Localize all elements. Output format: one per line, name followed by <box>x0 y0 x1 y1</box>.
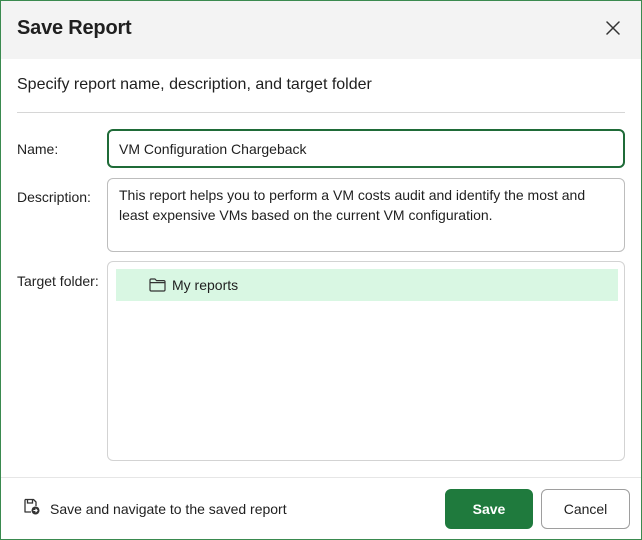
target-folder-label: Target folder: <box>17 273 99 289</box>
save-navigate-icon <box>23 498 40 520</box>
close-icon <box>606 20 620 40</box>
tree-item-my-reports[interactable]: My reports <box>116 269 618 301</box>
tree-item-label: My reports <box>172 277 239 293</box>
dialog-title: Save Report <box>17 17 132 39</box>
divider <box>17 112 625 113</box>
description-label: Description: <box>17 189 91 205</box>
footer-divider <box>1 477 641 478</box>
folder-tree[interactable]: My reports <box>107 261 625 461</box>
save-report-dialog: Save Report Specify report name, descrip… <box>0 0 642 540</box>
save-button[interactable]: Save <box>445 489 533 529</box>
cancel-button[interactable]: Cancel <box>541 489 630 529</box>
save-and-navigate-label: Save and navigate to the saved report <box>50 501 287 517</box>
name-label: Name: <box>17 141 59 157</box>
save-and-navigate-toggle[interactable]: Save and navigate to the saved report <box>23 498 287 520</box>
folder-icon <box>149 277 167 293</box>
dialog-header: Save Report <box>1 1 641 59</box>
description-textarea[interactable]: This report helps you to perform a VM co… <box>107 178 625 252</box>
dialog-subtitle: Specify report name, description, and ta… <box>17 76 372 93</box>
name-input[interactable] <box>107 129 625 168</box>
close-button[interactable] <box>601 18 625 42</box>
